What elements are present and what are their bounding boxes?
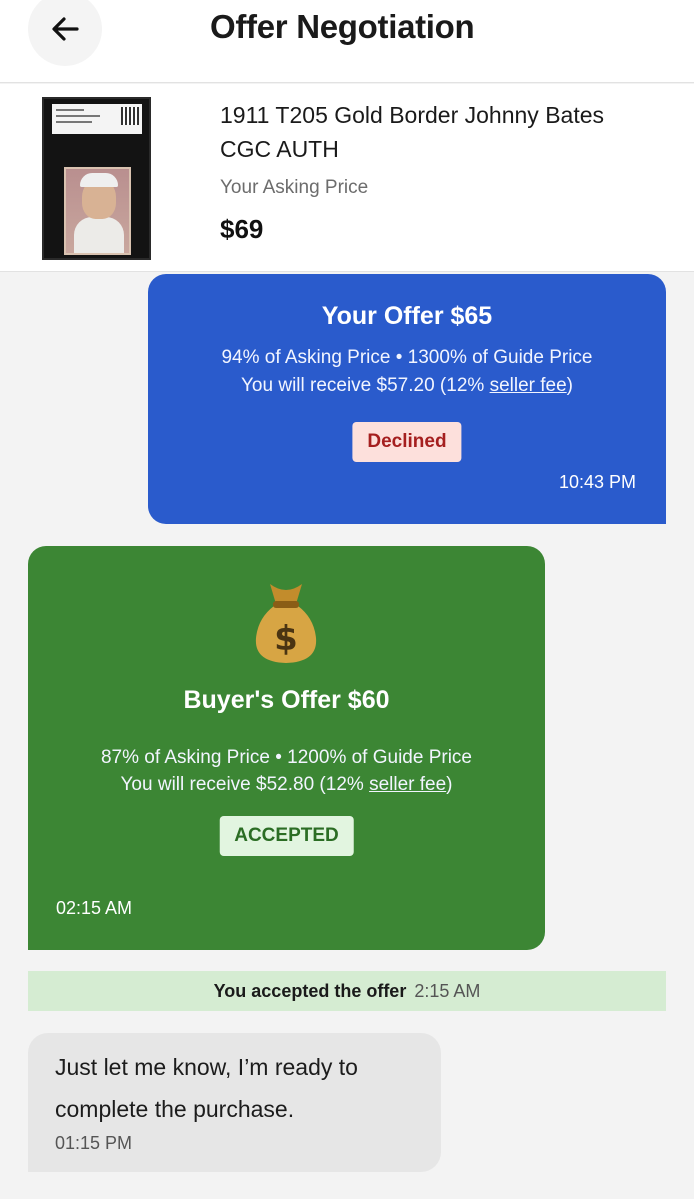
top-bar: Offer Negotiation [0,0,694,83]
system-message-time: 2:15 AM [414,981,481,1001]
chat-message-time: 01:15 PM [55,1133,133,1153]
seller-fee-link[interactable]: seller fee [369,774,446,795]
seller-fee-link[interactable]: seller fee [490,375,567,396]
grading-label [52,104,142,134]
back-button[interactable] [28,0,102,66]
system-message-text: You accepted the offer [213,981,407,1001]
buyer-offer-time: 02:15 AM [56,898,133,918]
your-offer-title: Your Offer $65 [321,302,493,330]
product-image[interactable] [42,97,151,260]
accepted-badge: ACCEPTED [219,816,354,856]
chat-message-text: Just let me know, I’m ready to complete … [55,1054,358,1122]
buyer-offer-receive: You will receive $52.80 (12% seller fee) [120,774,453,795]
product-title[interactable]: 1911 T205 Gold Border Johnny Bates CGC A… [220,98,660,166]
asking-price-value: $69 [220,214,264,244]
buyer-offer-bubble: $ Buyer's Offer $60 87% of Asking Price … [28,546,545,950]
asking-price-label: Your Asking Price [220,177,369,198]
chat-message-bubble: Just let me know, I’m ready to complete … [28,1033,441,1172]
your-offer-bubble: Your Offer $65 94% of Asking Price • 130… [148,274,666,524]
system-message: You accepted the offer 2:15 AM [28,971,666,1011]
product-summary[interactable]: 1911 T205 Gold Border Johnny Bates CGC A… [0,84,694,272]
arrow-left-icon [52,17,79,41]
your-offer-percentages: 94% of Asking Price • 1300% of Guide Pri… [221,347,593,368]
money-bag-icon: $ [255,584,317,663]
page-title: Offer Negotiation [210,8,475,45]
declined-badge: Declined [352,422,462,462]
qr-code-icon [121,107,139,125]
buyer-offer-percentages: 87% of Asking Price • 1200% of Guide Pri… [100,747,473,768]
your-offer-receive: You will receive $57.20 (12% seller fee) [241,375,573,396]
svg-text:$: $ [274,619,298,659]
card-picture [64,167,131,255]
your-offer-time: 10:43 PM [558,472,636,492]
buyer-offer-title: Buyer's Offer $60 [183,686,390,714]
